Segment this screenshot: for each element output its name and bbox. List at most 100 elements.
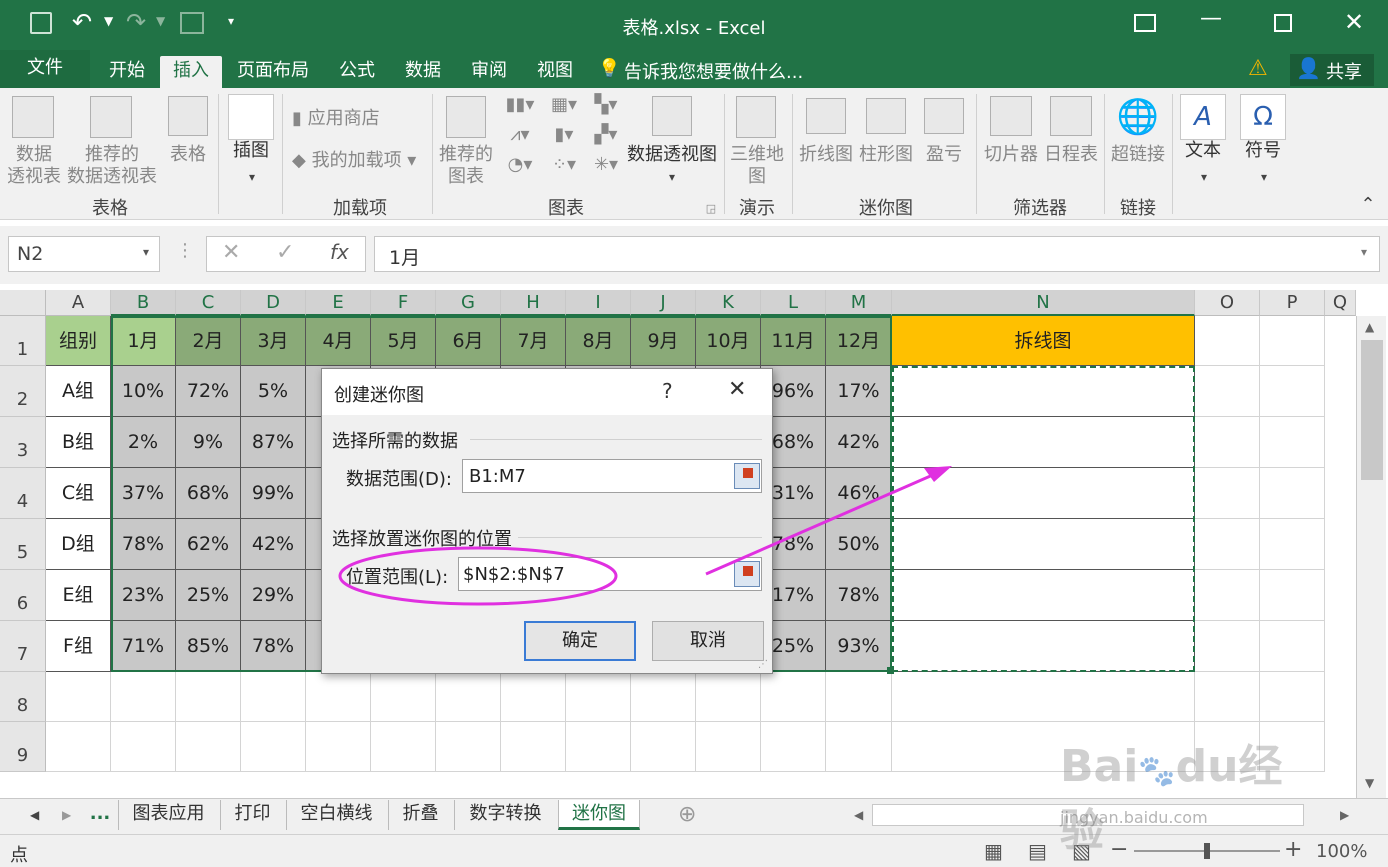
slicer-button[interactable]: 切片器 [980, 144, 1042, 166]
row-header-4[interactable]: 4 [0, 468, 46, 519]
cell-C4[interactable]: 68% [176, 468, 241, 519]
cell-B9[interactable] [111, 722, 176, 772]
cell-G1[interactable]: 6月 [436, 316, 501, 366]
cell-B4[interactable]: 37% [111, 468, 176, 519]
cell-N3[interactable] [892, 417, 1195, 468]
row-header-3[interactable]: 3 [0, 417, 46, 468]
formula-input[interactable]: 1月 ▾ [374, 236, 1380, 272]
cell-L1[interactable]: 11月 [761, 316, 826, 366]
cell-P1[interactable] [1260, 316, 1325, 366]
my-addins-button[interactable]: ◆ 我的加载项 ▾ [292, 150, 432, 172]
collapse-ribbon-icon[interactable]: ⌃ [1358, 194, 1378, 216]
form-icon[interactable] [180, 12, 204, 34]
text-button[interactable]: 文本 [1178, 140, 1228, 162]
vscroll-down-icon[interactable]: ▼ [1365, 776, 1374, 790]
sheet-tab-print[interactable]: 打印 [220, 800, 284, 830]
location-selector-icon[interactable] [734, 561, 760, 587]
cell-H1[interactable]: 7月 [501, 316, 566, 366]
table-button[interactable]: 表格 [162, 144, 214, 166]
column-header-B[interactable]: B [111, 290, 176, 316]
resize-grip-icon[interactable]: ⋰ [758, 659, 768, 670]
cell-N7[interactable] [892, 621, 1195, 672]
illustrations-dropdown-icon[interactable]: ▾ [244, 166, 260, 188]
sheet-tab-blank-lines[interactable]: 空白横线 [286, 800, 386, 830]
cell-O2[interactable] [1195, 366, 1260, 417]
cell-E9[interactable] [306, 722, 371, 772]
cell-N2[interactable] [892, 366, 1195, 417]
chart-dialog-launcher-icon[interactable]: ◲ [704, 198, 718, 220]
dialog-close-button[interactable]: ✕ [728, 377, 746, 402]
cell-G9[interactable] [436, 722, 501, 772]
cell-J8[interactable] [631, 672, 696, 722]
close-icon[interactable]: ✕ [1344, 8, 1364, 36]
cell-H8[interactable] [501, 672, 566, 722]
minimize-icon[interactable]: — [1200, 6, 1222, 31]
ribbon-display-icon[interactable] [1134, 14, 1156, 32]
sheet-tab-fold[interactable]: 折叠 [388, 800, 452, 830]
cell-I1[interactable]: 8月 [566, 316, 631, 366]
range-selector-icon[interactable] [734, 463, 760, 489]
tab-view[interactable]: 视图 [526, 56, 584, 88]
share-button[interactable]: 👤 共享 [1290, 54, 1374, 86]
cell-P5[interactable] [1260, 519, 1325, 570]
tab-formulas[interactable]: 公式 [328, 56, 386, 88]
row-header-7[interactable]: 7 [0, 621, 46, 672]
symbol-dropdown-icon[interactable]: ▾ [1256, 166, 1272, 188]
cell-D3[interactable]: 87% [241, 417, 306, 468]
cell-D7[interactable]: 78% [241, 621, 306, 672]
cell-K9[interactable] [696, 722, 761, 772]
cell-E8[interactable] [306, 672, 371, 722]
hscroll-left-icon[interactable]: ◀ [854, 808, 863, 822]
cell-C5[interactable]: 62% [176, 519, 241, 570]
cell-I8[interactable] [566, 672, 631, 722]
cell-E1[interactable]: 4月 [306, 316, 371, 366]
save-icon[interactable] [30, 12, 52, 34]
cell-A2[interactable]: A组 [46, 366, 111, 417]
symbol-button[interactable]: 符号 [1238, 140, 1288, 162]
next-sheet-icon[interactable]: ▶ [62, 808, 71, 822]
cell-B5[interactable]: 78% [111, 519, 176, 570]
redo-dropdown-icon[interactable]: ▼ [156, 14, 165, 28]
text-dropdown-icon[interactable]: ▾ [1196, 166, 1212, 188]
column-header-I[interactable]: I [566, 290, 631, 316]
cell-K8[interactable] [696, 672, 761, 722]
pivot-chart-dropdown-icon[interactable]: ▾ [664, 166, 680, 188]
ok-button[interactable]: 确定 [524, 621, 636, 661]
column-header-N[interactable]: N [892, 290, 1195, 316]
pie-chart-icon[interactable]: ◔▾ [500, 154, 540, 176]
column-header-L[interactable]: L [761, 290, 826, 316]
cell-O4[interactable] [1195, 468, 1260, 519]
cell-O3[interactable] [1195, 417, 1260, 468]
name-box-dropdown-icon[interactable]: ▾ [143, 245, 149, 259]
selection-handle[interactable] [887, 667, 894, 674]
cell-M7[interactable]: 93% [826, 621, 892, 672]
cell-P6[interactable] [1260, 570, 1325, 621]
page-layout-view-icon[interactable]: ▤ [1028, 839, 1047, 863]
hyperlink-button[interactable]: 超链接 [1106, 144, 1170, 166]
column-header-J[interactable]: J [631, 290, 696, 316]
cell-P7[interactable] [1260, 621, 1325, 672]
vertical-scrollbar[interactable]: ▲ ▼ [1356, 316, 1386, 798]
waterfall-chart-icon[interactable]: ▚▾ [586, 94, 626, 116]
cell-P4[interactable] [1260, 468, 1325, 519]
cell-A5[interactable]: D组 [46, 519, 111, 570]
hierarchy-chart-icon[interactable]: ▦▾ [544, 94, 584, 116]
cell-M9[interactable] [826, 722, 892, 772]
cell-O7[interactable] [1195, 621, 1260, 672]
expand-formula-icon[interactable]: ▾ [1361, 245, 1367, 259]
cell-A4[interactable]: C组 [46, 468, 111, 519]
illustrations-button[interactable]: 插图 [226, 140, 276, 162]
tab-file[interactable]: 文件 [0, 50, 90, 88]
scatter-chart-icon[interactable]: ⁘▾ [544, 154, 584, 176]
cell-D9[interactable] [241, 722, 306, 772]
cell-B6[interactable]: 23% [111, 570, 176, 621]
cell-B7[interactable]: 71% [111, 621, 176, 672]
cell-D8[interactable] [241, 672, 306, 722]
cell-C2[interactable]: 72% [176, 366, 241, 417]
cancel-button[interactable]: 取消 [652, 621, 764, 661]
row-header-9[interactable]: 9 [0, 722, 46, 772]
cell-N6[interactable] [892, 570, 1195, 621]
zoom-in-icon[interactable]: + [1284, 837, 1302, 862]
cell-B8[interactable] [111, 672, 176, 722]
cell-C7[interactable]: 85% [176, 621, 241, 672]
